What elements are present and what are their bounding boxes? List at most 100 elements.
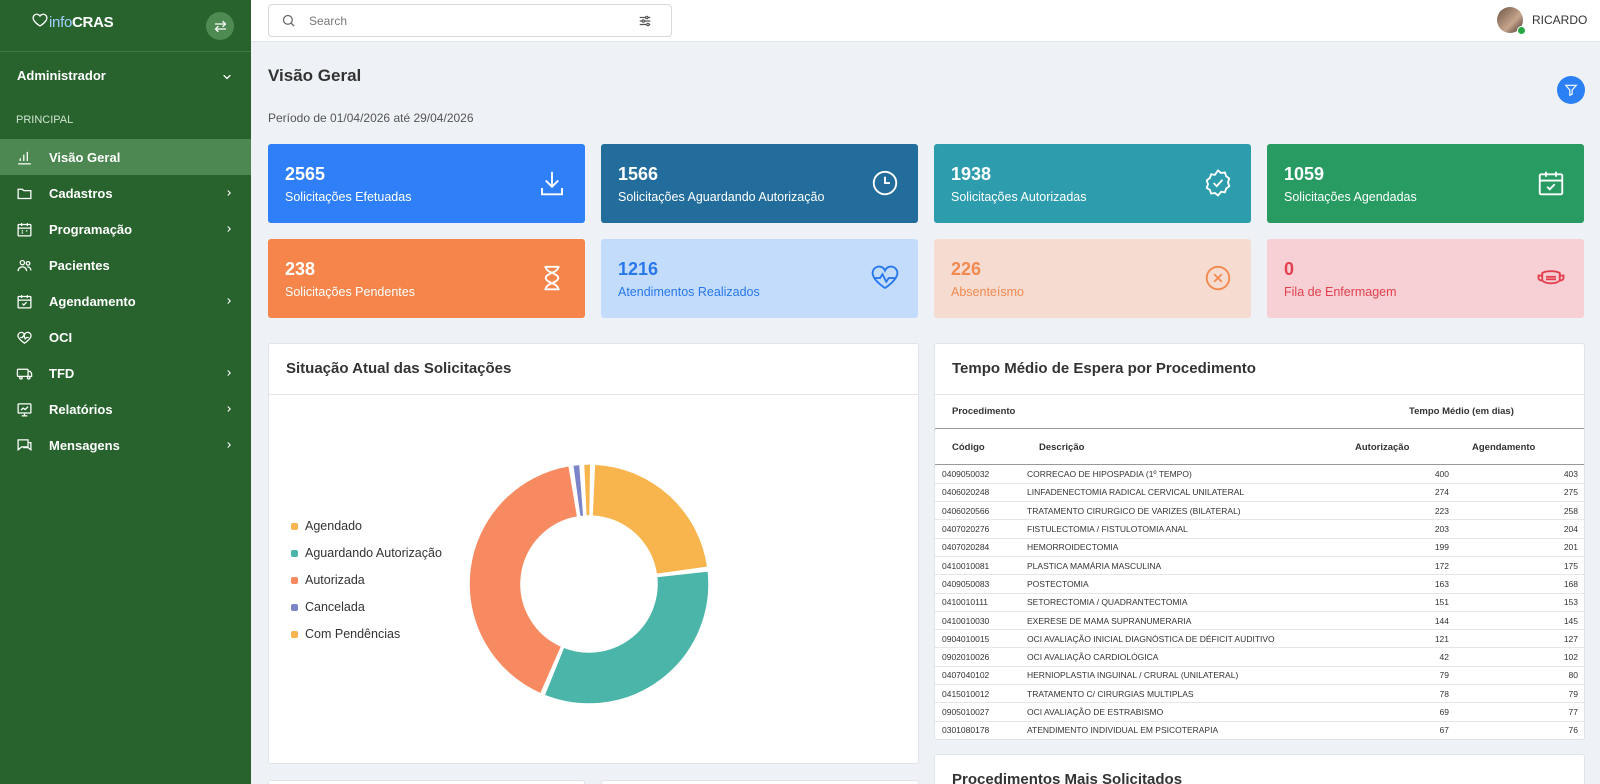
sidebar-item-tfd[interactable]: TFD bbox=[0, 355, 251, 391]
sidebar-item-cadastros[interactable]: Cadastros bbox=[0, 175, 251, 211]
table-row[interactable]: 0407020276 FISTULECTOMIA / FISTULOTOMIA A… bbox=[935, 519, 1584, 539]
cell-description: TRATAMENTO C/ CIRURGIAS MULTIPLAS bbox=[1023, 684, 1363, 704]
table-row[interactable]: 0410010030 EXERESE DE MAMA SUPRANUMERARIA… bbox=[935, 611, 1584, 631]
table-row[interactable]: 0407040102 HERNIOPLASTIA INGUINAL / CRURA… bbox=[935, 666, 1584, 686]
user-name[interactable]: RICARDO bbox=[1532, 13, 1587, 27]
cell-authorization: 199 bbox=[1363, 538, 1451, 557]
legend-item-aguardando[interactable]: Aguardando Autorização bbox=[291, 546, 442, 560]
legend-label: Cancelada bbox=[305, 600, 365, 614]
legend-item-cancelada[interactable]: Cancelada bbox=[291, 600, 365, 614]
sidebar-item-label: Mensagens bbox=[49, 437, 120, 453]
cell-authorization: 163 bbox=[1363, 574, 1451, 594]
cell-authorization: 67 bbox=[1363, 721, 1451, 739]
app-logo[interactable]: info CRAS bbox=[32, 13, 114, 31]
bottom-panel-left bbox=[268, 780, 585, 784]
stat-card-agendadas[interactable]: 1059 Solicitações Agendadas bbox=[1267, 144, 1584, 223]
column-header-description[interactable]: Descrição bbox=[1039, 442, 1084, 453]
chevron-right-icon bbox=[227, 442, 231, 448]
cell-scheduling: 204 bbox=[1451, 519, 1584, 539]
cell-scheduling: 102 bbox=[1451, 647, 1584, 667]
stat-value: 1938 bbox=[951, 164, 992, 184]
stat-value: 1216 bbox=[618, 259, 659, 279]
sidebar-item-mensagens[interactable]: Mensagens bbox=[0, 427, 251, 463]
sidebar-item-agendamento[interactable]: Agendamento bbox=[0, 283, 251, 319]
slice-agendado[interactable] bbox=[591, 463, 709, 576]
stat-card-pendentes[interactable]: 238 Solicitações Pendentes bbox=[268, 239, 585, 318]
sidebar-item-visao-geral[interactable]: Visão Geral bbox=[0, 139, 251, 175]
table-row[interactable]: 0407020284 HEMORROIDECTOMIA 199 201 bbox=[935, 538, 1584, 557]
period-text: Período de 01/04/2026 até 29/04/2026 bbox=[268, 111, 474, 125]
cell-authorization: 223 bbox=[1363, 501, 1451, 521]
cell-authorization: 400 bbox=[1363, 465, 1451, 484]
legend-swatch bbox=[291, 549, 298, 557]
cell-scheduling: 275 bbox=[1451, 483, 1584, 503]
stat-card-absenteismo[interactable]: 226 Absenteísmo bbox=[934, 239, 1251, 318]
filter-sliders-icon[interactable] bbox=[638, 14, 652, 28]
search-input[interactable] bbox=[309, 12, 609, 30]
cell-code: 0409050032 bbox=[935, 465, 1023, 484]
cell-authorization: 42 bbox=[1363, 647, 1451, 667]
table-row[interactable]: 0410010081 PLASTICA MAMÁRIA MASCULINA 172 1… bbox=[935, 556, 1584, 576]
column-header-code[interactable]: Código bbox=[952, 442, 985, 453]
stat-value: 1059 bbox=[1284, 164, 1325, 184]
badge-check-icon bbox=[1205, 169, 1231, 197]
table-row[interactable]: 0410010111 SETORECTOMIA / QUADRANTECTOMIA… bbox=[935, 593, 1584, 612]
logo-text-info: info bbox=[49, 14, 72, 31]
swap-arrows-icon bbox=[214, 20, 226, 32]
sidebar-item-pacientes[interactable]: Pacientes bbox=[0, 247, 251, 283]
panel-divider bbox=[269, 394, 918, 395]
stat-card-atendimentos[interactable]: 1216 Atendimentos Realizados bbox=[601, 239, 918, 318]
calendar-check-icon bbox=[17, 295, 32, 309]
table-row[interactable]: 0406020248 LINFADENECTOMIA RADICAL CERVIC… bbox=[935, 483, 1584, 503]
hourglass-icon bbox=[544, 265, 560, 291]
cell-description: POSTECTOMIA bbox=[1023, 574, 1363, 594]
column-header-scheduling[interactable]: Agendamento bbox=[1472, 442, 1535, 453]
cell-description: TRATAMENTO CIRURGICO DE VARIZES (BILATER… bbox=[1023, 501, 1363, 521]
sidebar-section-label: PRINCIPAL bbox=[16, 114, 74, 126]
table-row[interactable]: 0301080178 ATENDIMENTO INDIVIDUAL EM PSIC… bbox=[935, 721, 1584, 739]
cell-description: OCI AVALIAÇÃO INICIAL DIAGNÓSTICA DE DÉF… bbox=[1023, 629, 1363, 649]
sidebar-item-relatorios[interactable]: Relatórios bbox=[0, 391, 251, 427]
table-row[interactable]: 0902010026 OCI AVALIAÇÃO CARDIOLÓGICA 42 10… bbox=[935, 647, 1584, 667]
sidebar-item-oci[interactable]: OCI bbox=[0, 319, 251, 355]
sidebar-toggle-button[interactable] bbox=[206, 12, 234, 40]
stat-card-aguardando[interactable]: 1566 Solicitações Aguardando Autorização bbox=[601, 144, 918, 223]
heartbeat-icon bbox=[871, 265, 899, 290]
cell-description: FISTULECTOMIA / FISTULOTOMIA ANAL bbox=[1023, 519, 1363, 539]
table-row[interactable]: 0406020566 TRATAMENTO CIRURGICO DE VARIZE… bbox=[935, 501, 1584, 521]
user-role-dropdown[interactable]: Administrador bbox=[17, 68, 106, 83]
folder-icon bbox=[17, 188, 32, 200]
sidebar-item-label: Cadastros bbox=[49, 185, 113, 201]
table-row[interactable]: 0905010027 OCI AVALIAÇÃO DE ESTRABISMO 69 7… bbox=[935, 702, 1584, 722]
sidebar-item-label: Agendamento bbox=[49, 293, 136, 309]
table-row[interactable]: 0409050083 POSTECTOMIA 163 168 bbox=[935, 574, 1584, 594]
filter-button[interactable] bbox=[1557, 76, 1585, 104]
slice-aguardando-autorizacao[interactable] bbox=[543, 570, 710, 705]
search-box[interactable] bbox=[268, 4, 672, 37]
slice-com-pendencias[interactable] bbox=[582, 463, 592, 517]
legend-item-com-pendencias[interactable]: Com Pendências bbox=[291, 627, 400, 641]
table-row[interactable]: 0904010015 OCI AVALIAÇÃO INICIAL DIAGNÓST… bbox=[935, 629, 1584, 649]
legend-item-agendado[interactable]: Agendado bbox=[291, 519, 362, 533]
column-header-authorization[interactable]: Autorização bbox=[1355, 442, 1409, 453]
cell-authorization: 78 bbox=[1363, 684, 1451, 704]
cell-description: OCI AVALIAÇÃO DE ESTRABISMO bbox=[1023, 702, 1363, 722]
wait-time-panel: Tempo Médio de Espera por Procedimento P… bbox=[934, 343, 1585, 740]
most-requested-panel: Procedimentos Mais Solicitados bbox=[934, 754, 1585, 784]
cell-scheduling: 258 bbox=[1451, 501, 1584, 521]
table-row[interactable]: 0409050032 CORRECAO DE HIPOSPADIA (1º TEM… bbox=[935, 465, 1584, 484]
sidebar-item-programacao[interactable]: Programação bbox=[0, 211, 251, 247]
stat-label: Atendimentos Realizados bbox=[618, 285, 760, 299]
stat-card-efetuadas[interactable]: 2565 Solicitações Efetuadas bbox=[268, 144, 585, 223]
stat-card-autorizadas[interactable]: 1938 Solicitações Autorizadas bbox=[934, 144, 1251, 223]
legend-item-autorizada[interactable]: Autorizada bbox=[291, 573, 365, 587]
stat-label: Solicitações Aguardando Autorização bbox=[618, 190, 825, 204]
chevron-down-icon[interactable] bbox=[221, 71, 233, 83]
cell-description: ATENDIMENTO INDIVIDUAL EM PSICOTERAPIA bbox=[1023, 721, 1363, 739]
stat-card-fila-enfermagem[interactable]: 0 Fila de Enfermagem bbox=[1267, 239, 1584, 318]
cell-code: 0406020566 bbox=[935, 501, 1023, 521]
cell-code: 0410010081 bbox=[935, 556, 1023, 576]
cell-scheduling: 201 bbox=[1451, 538, 1584, 557]
chevron-right-icon bbox=[227, 370, 231, 376]
table-row[interactable]: 0415010012 TRATAMENTO C/ CIRURGIAS MULTIP… bbox=[935, 684, 1584, 704]
